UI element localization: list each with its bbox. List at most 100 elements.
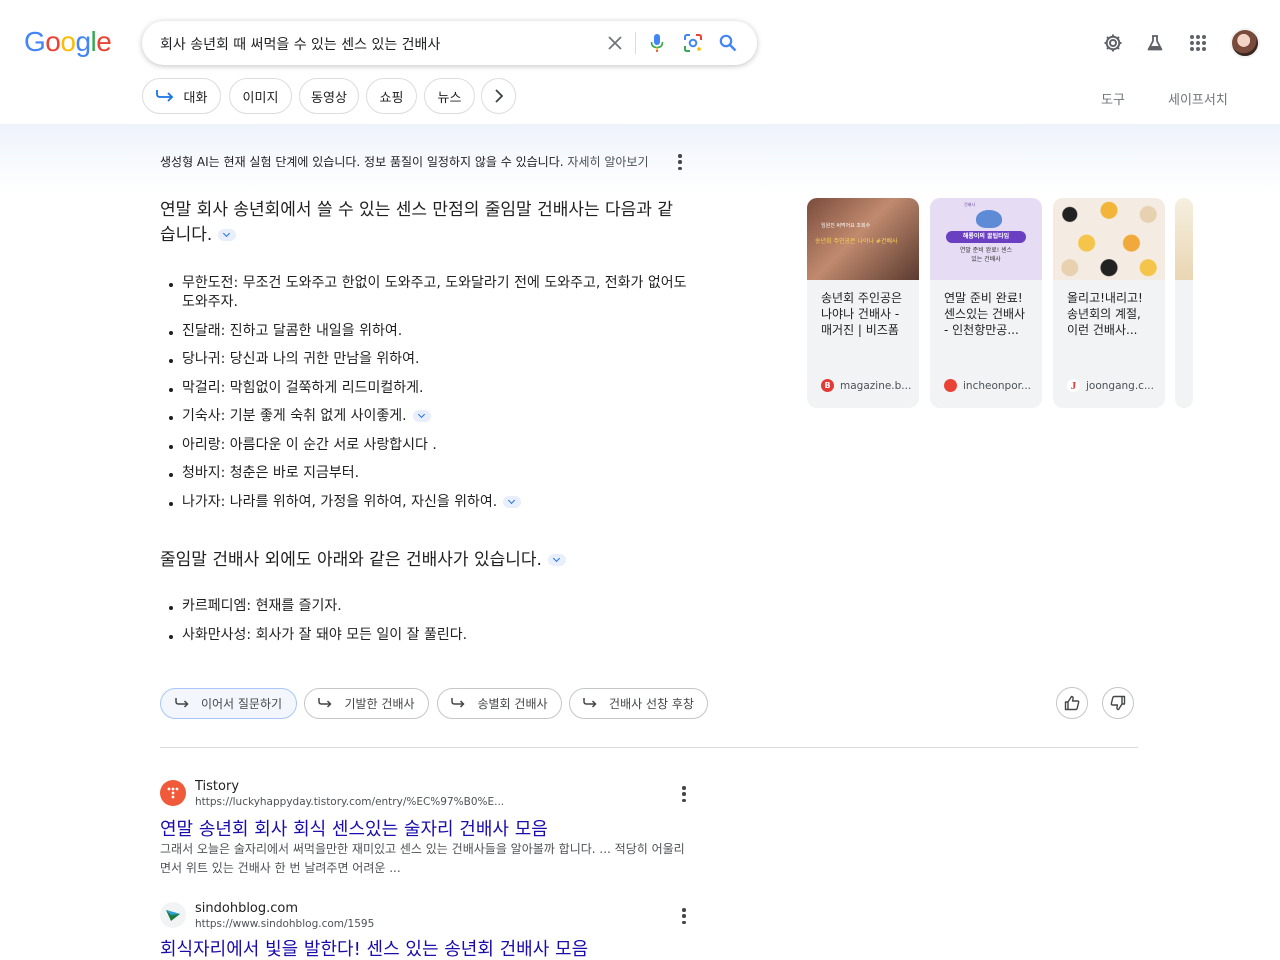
search-input[interactable]: 회사 송년회 때 써먹을 수 있는 센스 있는 건배사 (160, 34, 440, 54)
ai-heading-1: 연말 회사 송년회에서 쓸 수 있는 센스 만점의 줄임말 건배사는 다음과 같… (160, 198, 680, 248)
expand-citation-icon[interactable] (218, 229, 237, 241)
card-title: 송년회 주인공은 나야나 건배사 - 매거진 | 비즈폼 (821, 291, 903, 337)
card-title: 연말 준비 완료! 센스있는 건배사 - 인천항만공... (944, 291, 1026, 337)
followup-chip[interactable]: 건배사 선창 후창 (569, 688, 708, 719)
result-url[interactable]: https://www.sindohblog.com/1595 (195, 918, 374, 930)
learn-more-link[interactable]: 자세히 알아보기 (567, 155, 648, 169)
safesearch-button[interactable]: 세이프서치 (1168, 89, 1228, 108)
chip-label: 동영상 (311, 90, 347, 106)
card-thumbnail: 건배사 해룡이의 꿀팁타임 연말 준비 완료! 센스있는 건배사 (930, 198, 1042, 280)
ai-list-2: 카르페디엠: 현재를 즐기자. 사화만사성: 회사가 잘 돼야 모든 일이 잘 … (160, 597, 700, 654)
result-site-name: Tistory (195, 779, 240, 794)
card-thumbnail: 임원진 써먹어요 조회수 송년회 주인공은 나야나 #건배사 (807, 198, 919, 280)
logo-letter: e (96, 26, 112, 57)
followup-label: 송별회 건배사 (477, 697, 548, 711)
list-item: 막걸리: 막힘없이 걸쭉하게 리드미컬하게. (160, 379, 700, 398)
chip-images[interactable]: 이미지 (229, 78, 292, 114)
card-title: 올리고!내리고! 송년회의 계절, 이런 건배사... (1067, 291, 1143, 337)
google-logo[interactable]: Google (24, 26, 112, 57)
list-item-text: 기숙사: 기분 좋게 숙취 없게 사이좋게. (182, 408, 407, 424)
tistory-favicon-icon (160, 780, 186, 806)
account-avatar[interactable] (1230, 28, 1260, 58)
list-item: 카르페디엠: 현재를 즐기자. (160, 597, 700, 616)
result-site-name: sindohblog.com (195, 901, 299, 916)
expand-citation-icon[interactable] (547, 554, 566, 566)
result-title-link[interactable]: 연말 송년회 회사 회식 센스있는 술자리 건배사 모음 (160, 815, 548, 841)
search-box[interactable]: 회사 송년회 때 써먹을 수 있는 센스 있는 건배사 (142, 21, 757, 65)
search-icon[interactable] (717, 32, 739, 54)
list-item-text: 무한도전: 무조건 도와주고 한없이 도와주고, 도와달라기 전에 도와주고, … (182, 275, 687, 310)
list-item-text: 진달래: 진하고 달콤한 내일을 위하여. (182, 322, 403, 339)
chip-label: 쇼핑 (379, 90, 404, 106)
chip-more-button[interactable] (481, 78, 516, 114)
list-item-text: 사화만사성: 회사가 잘 돼야 모든 일이 잘 풀린다. (182, 626, 468, 643)
labs-flask-icon[interactable] (1143, 31, 1167, 55)
list-item: 사화만사성: 회사가 잘 돼야 모든 일이 잘 풀린다. (160, 626, 700, 645)
search-divider (635, 32, 636, 54)
followup-ask-button[interactable]: 이어서 질문하기 (160, 688, 297, 719)
ai-heading-2: 줄임말 건배사 외에도 아래와 같은 건배사가 있습니다. (160, 548, 680, 573)
followup-chip[interactable]: 송별회 건배사 (437, 688, 562, 719)
followup-chip[interactable]: 기발한 건배사 (304, 688, 429, 719)
thumbs-up-icon (1064, 695, 1080, 711)
list-item-text: 당나귀: 당신과 나의 귀한 만남을 위하여. (182, 351, 420, 367)
microphone-icon[interactable] (646, 32, 668, 54)
source-card[interactable]: 올리고!내리고! 송년회의 계절, 이런 건배사... J joongang.c… (1053, 198, 1165, 408)
result-more-options-icon[interactable] (682, 786, 686, 802)
list-item: 아리랑: 아름다운 이 순간 서로 사랑합시다 . (160, 436, 700, 455)
result-url[interactable]: https://luckyhappyday.tistory.com/entry/… (195, 796, 504, 808)
chip-news[interactable]: 뉴스 (424, 78, 475, 114)
chevron-right-icon (494, 89, 503, 103)
list-item: 무한도전: 무조건 도와주고 한없이 도와주고, 도와달라기 전에 도와주고, … (160, 274, 700, 312)
thumbnail-caption: 건배사 (964, 202, 976, 207)
thumbnail-caption: 임원진 써먹어요 조회수 (821, 223, 871, 229)
thumbs-down-button[interactable] (1102, 687, 1134, 719)
section-divider (160, 747, 1138, 748)
result-more-options-icon[interactable] (682, 908, 686, 924)
result-title-link[interactable]: 회식자리에서 빛을 발한다! 센스 있는 송년회 건배사 모음 (160, 935, 588, 960)
result-snippet: 그래서 오늘은 술자리에서 써먹을만한 재미있고 센스 있는 건배사들을 알아볼… (160, 842, 685, 875)
thumbnail-caption: 송년회 주인공은 나야나 #건배사 (815, 238, 898, 245)
site-favicon-icon: B (821, 379, 834, 392)
ai-list-1: 무한도전: 무조건 도와주고 한없이 도와주고, 도와달라기 전에 도와주고, … (160, 274, 700, 521)
tools-button[interactable]: 도구 (1101, 89, 1125, 108)
list-item-text: 아리랑: 아름다운 이 순간 서로 사랑합시다 . (182, 436, 437, 453)
list-item: 기숙사: 기분 좋게 숙취 없게 사이좋게. (160, 407, 700, 426)
chip-conversation[interactable]: 대화 (142, 78, 221, 114)
chip-videos[interactable]: 동영상 (299, 78, 359, 114)
chip-shopping[interactable]: 쇼핑 (366, 78, 417, 114)
thumbnail-badge: 해룡이의 꿀팁타임 (946, 231, 1026, 243)
card-source: incheonpor... (944, 379, 1031, 392)
source-card-partial[interactable] (1175, 198, 1193, 408)
list-item-text: 카르페디엠: 현재를 즐기자. (182, 598, 342, 614)
thumbs-up-button[interactable] (1056, 687, 1088, 719)
card-source-text: magazine.b... (840, 379, 912, 392)
apps-grid-icon[interactable] (1186, 31, 1210, 55)
ai-more-options-icon[interactable] (678, 154, 682, 170)
list-item: 당나귀: 당신과 나의 귀한 만남을 위하여. (160, 350, 700, 369)
expand-citation-icon[interactable] (412, 410, 431, 422)
logo-letter: o (45, 26, 61, 57)
list-item-text: 막걸리: 막힘없이 걸쭉하게 리드미컬하게. (182, 379, 424, 396)
expand-citation-icon[interactable] (503, 495, 522, 508)
list-item-text: 나가자: 나라를 위하여, 가정을 위하여, 자신을 위하여. (182, 493, 498, 510)
source-card[interactable]: 건배사 해룡이의 꿀팁타임 연말 준비 완료! 센스있는 건배사 연말 준비 완… (930, 198, 1042, 408)
source-card[interactable]: 임원진 써먹어요 조회수 송년회 주인공은 나야나 #건배사 송년회 주인공은 … (807, 198, 919, 408)
list-item: 청바지: 청춘은 바로 지금부터. (160, 464, 700, 483)
followup-label: 건배사 선창 후창 (609, 697, 694, 711)
google-lens-icon[interactable] (682, 32, 704, 54)
followup-label: 이어서 질문하기 (200, 697, 283, 711)
follow-arrow-icon (155, 90, 173, 102)
ai-heading-text: 줄임말 건배사 외에도 아래와 같은 건배사가 있습니다. (160, 550, 542, 570)
site-favicon-icon (944, 379, 957, 392)
chip-label: 대화 (183, 90, 208, 106)
chip-label: 뉴스 (437, 90, 462, 106)
thumbs-down-icon (1110, 695, 1126, 711)
follow-arrow-icon (175, 698, 189, 708)
settings-gear-icon[interactable] (1101, 31, 1125, 55)
card-source: J joongang.c... (1067, 379, 1154, 392)
notice-text: 생성형 AI는 현재 실험 단계에 있습니다. 정보 품질이 일정하지 않을 수… (160, 155, 564, 169)
follow-arrow-icon (451, 698, 466, 708)
logo-letter: o (60, 26, 76, 57)
clear-icon[interactable] (604, 32, 626, 54)
